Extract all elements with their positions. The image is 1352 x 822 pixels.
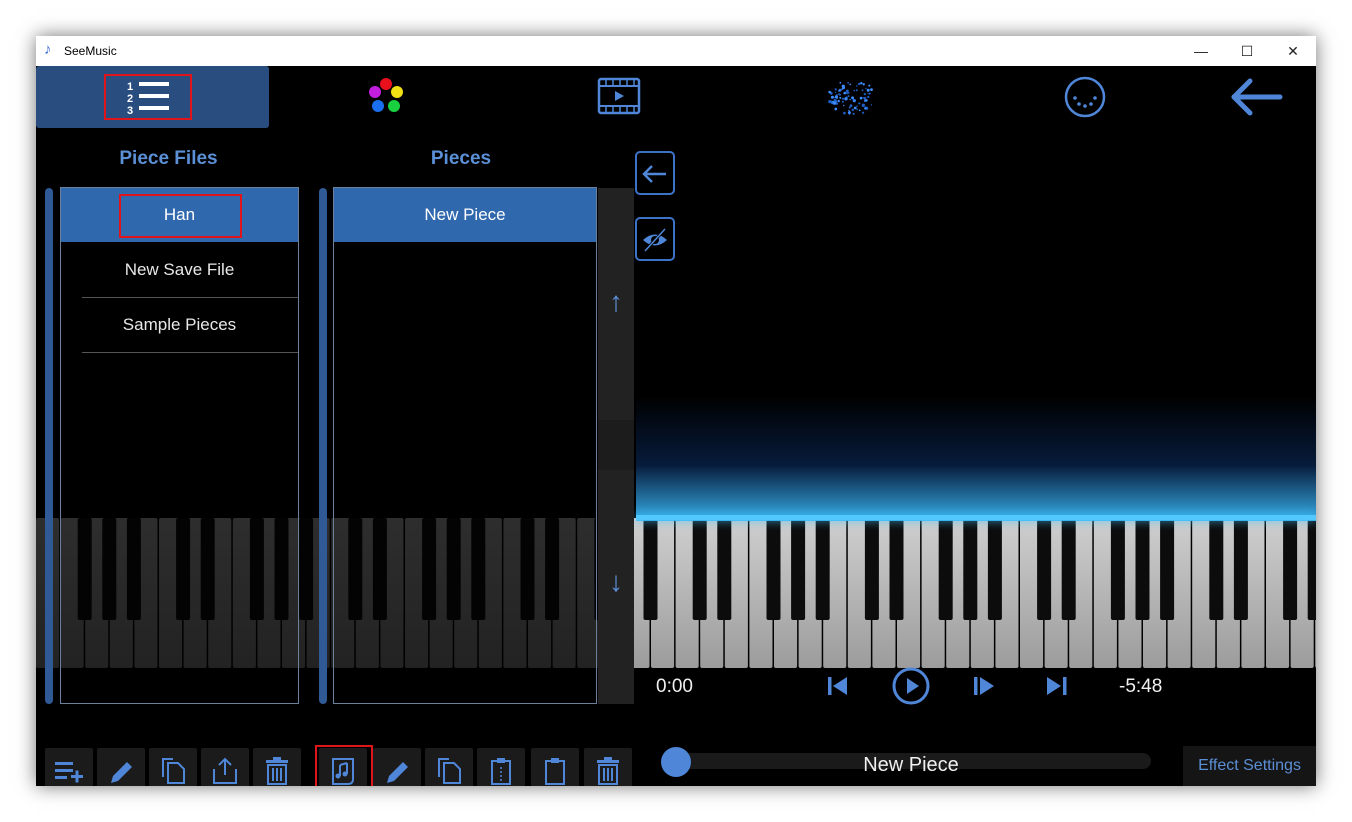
list-item-sample-pieces[interactable]: Sample Pieces (61, 298, 298, 352)
highlight-box (315, 745, 373, 786)
maximize-button[interactable]: ☐ (1224, 36, 1270, 66)
nav-playlist[interactable]: 1 2 3 (36, 66, 269, 128)
keyboard-glow-line (636, 515, 1316, 520)
copy-icon (438, 758, 461, 784)
list-item-new-piece[interactable]: New Piece (334, 188, 596, 242)
svg-text:2: 2 (127, 93, 133, 105)
pencil-icon (387, 762, 408, 783)
hide-ui-button[interactable] (635, 217, 675, 261)
keyboard-glow (636, 396, 1316, 521)
skip-to-start-button[interactable] (825, 673, 851, 699)
trash-icon (266, 757, 288, 785)
playlist-icon: 1 2 3 (127, 81, 169, 117)
midi-port-icon (1064, 76, 1106, 118)
current-time: 0:00 (656, 676, 693, 697)
play-button[interactable] (891, 666, 931, 706)
effect-settings-label: Effect Settings (1198, 757, 1301, 774)
title-bar: ♪ SeeMusic — ☐ ✕ (36, 36, 1316, 66)
left-arrow-icon (642, 165, 666, 183)
minimize-button[interactable]: — (1178, 36, 1224, 66)
trash-icon (597, 757, 619, 785)
rename-piece-button[interactable] (373, 748, 421, 786)
paste-icon (491, 758, 511, 785)
top-nav: 1 2 3 (36, 66, 1316, 128)
nav-particles[interactable] (822, 66, 882, 128)
scroll-down-arrow-icon: ↓ (609, 566, 623, 597)
delete-piece-button[interactable] (584, 748, 632, 786)
clipboard-icon (545, 758, 565, 785)
scroll-up-arrow-icon: ↑ (609, 286, 623, 317)
palette-icon (369, 78, 403, 112)
step-forward-button[interactable] (971, 673, 997, 699)
list-item-label: New Piece (424, 205, 506, 224)
collapse-panel-button[interactable] (635, 151, 675, 195)
pieces-list: New Piece (333, 187, 597, 704)
pencil-icon (111, 762, 132, 783)
remaining-time: -5:48 (1119, 676, 1163, 697)
duplicate-file-button[interactable] (149, 748, 197, 786)
paste-piece-button[interactable] (477, 748, 525, 786)
eye-off-icon (643, 227, 667, 253)
back-arrow-icon (1231, 78, 1283, 116)
film-icon (597, 77, 641, 115)
list-item-label: New Save File (124, 260, 235, 279)
main-content: 1 2 3 Piece Files Han New Save File Samp… (36, 66, 1316, 786)
list-item-new-save-file[interactable]: New Save File (61, 243, 298, 297)
window-title: SeeMusic (64, 44, 117, 58)
music-note-icon: ♪ (44, 41, 52, 58)
skip-to-end-button[interactable] (1044, 673, 1070, 699)
nav-palette[interactable] (356, 66, 416, 128)
export-file-button[interactable] (201, 748, 249, 786)
delete-file-button[interactable] (253, 748, 301, 786)
close-button[interactable]: ✕ (1270, 36, 1316, 66)
copy-icon (162, 758, 185, 784)
effect-settings-button[interactable]: Effect Settings (1183, 746, 1316, 786)
progress-thumb[interactable] (661, 747, 691, 777)
list-item-label: Sample Pieces (122, 315, 237, 334)
duplicate-piece-button[interactable] (425, 748, 473, 786)
piece-files-list: Han New Save File Sample Pieces (60, 187, 299, 704)
nav-back[interactable] (1224, 66, 1288, 128)
svg-text:1: 1 (127, 81, 133, 93)
export-icon (213, 757, 237, 784)
divider (82, 352, 298, 353)
piece-name: New Piece (863, 754, 959, 776)
clipboard-button[interactable] (531, 748, 579, 786)
pieces-scrollbar[interactable] (319, 188, 327, 704)
highlight-box (119, 194, 242, 238)
piece-files-scrollbar[interactable] (45, 188, 53, 704)
svg-text:3: 3 (127, 105, 133, 117)
particles-icon (828, 81, 873, 116)
add-list-icon (55, 762, 83, 783)
app-window: ♪ SeeMusic — ☐ ✕ 1 2 3 Piece Files Han N… (36, 36, 1316, 786)
nav-midi[interactable] (1058, 66, 1114, 128)
piece-files-title: Piece Files (119, 148, 218, 169)
rename-file-button[interactable] (97, 748, 145, 786)
add-file-button[interactable] (45, 748, 93, 786)
pieces-title: Pieces (430, 148, 492, 169)
nav-video[interactable] (590, 66, 650, 128)
